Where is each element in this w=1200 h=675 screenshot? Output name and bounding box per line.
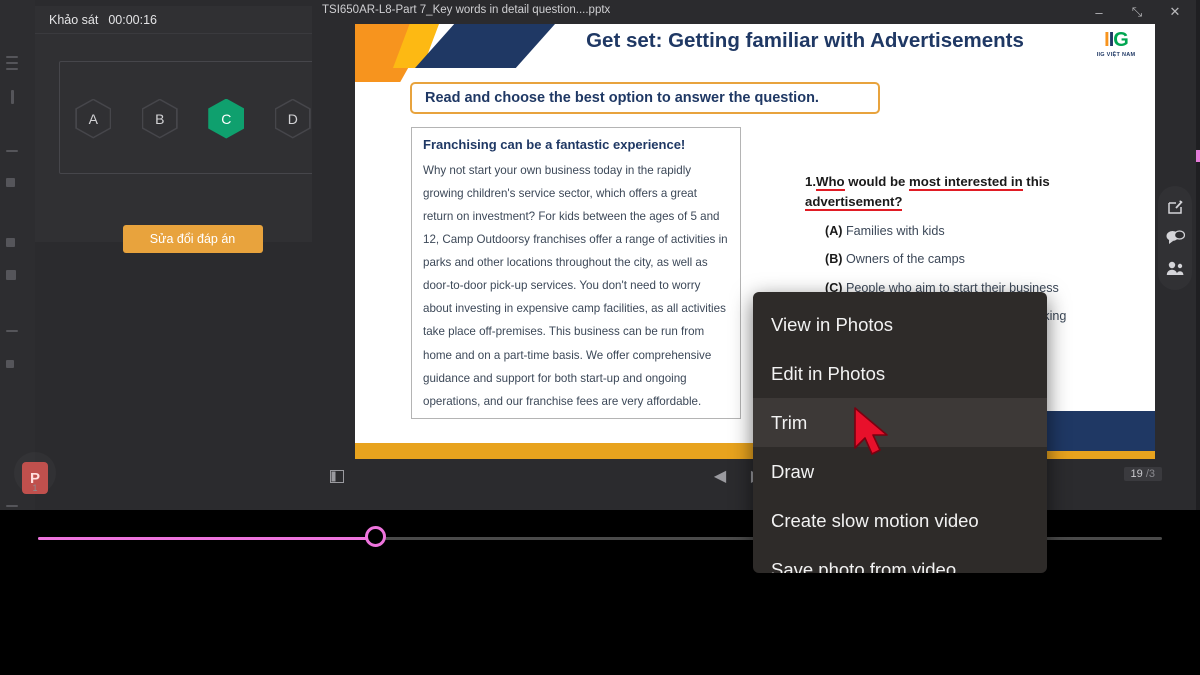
logo-subtitle: IIG VIỆT NAM (1096, 52, 1136, 58)
seek-fill (38, 537, 376, 540)
question-keyword-1: Who (816, 174, 845, 191)
window-title: TSI650AR-L8-Part 7_Key words in detail q… (322, 4, 611, 16)
powerpoint-titlebar[interactable]: TSI650AR-L8-Part 7_Key words in detail q… (312, 0, 1200, 24)
survey-body: A B C D Sửa đổi đáp án (35, 34, 350, 253)
video-right-edge (1196, 0, 1200, 510)
logo-mark: IIG (1104, 29, 1129, 51)
app-root: P 1 Khảo sát 00:00:16 A B C D Sửa đổi đá… (0, 0, 1200, 675)
slide-header: Get set: Getting familiar with Advertise… (355, 24, 1155, 82)
context-menu: View in Photos Edit in Photos Trim Draw … (753, 292, 1047, 573)
menu-item-create-slow-motion-video[interactable]: Create slow motion video (753, 496, 1047, 545)
menu-item-save-photo-from-video[interactable]: Save photo from video (753, 545, 1047, 574)
option-letter: B (155, 110, 165, 127)
option-label: (A) (825, 223, 843, 238)
question-keyword-2: most interested in (909, 174, 1023, 191)
menu-item-edit-in-photos[interactable]: Edit in Photos (753, 349, 1047, 398)
passage-body: Why not start your own business today in… (423, 164, 728, 408)
menu-item-trim[interactable]: Trim (753, 398, 1047, 447)
option-label: (B) (825, 252, 843, 267)
option-text: Owners of the camps (845, 252, 965, 267)
answer-option-a: (A) Families with kids (805, 222, 1145, 242)
iig-logo: IIG IIG VIỆT NAM (1087, 30, 1145, 58)
slide-title: Get set: Getting familiar with Advertise… (586, 29, 1024, 52)
file-badge-number: 1 (32, 483, 38, 493)
seek-thumb[interactable] (365, 526, 387, 547)
survey-title: Khảo sát (49, 12, 99, 27)
passage-title: Franchising can be a fantastic experienc… (423, 137, 686, 152)
survey-header: Khảo sát 00:00:16 (35, 6, 350, 34)
option-letter: D (287, 110, 298, 127)
close-button[interactable]: ✕ (1156, 0, 1194, 24)
left-rail (0, 0, 35, 510)
slide-instruction: Read and choose the best option to answe… (410, 82, 880, 114)
survey-answer-row: A B C D (60, 62, 326, 175)
slide-prev-button[interactable]: ◀ (707, 467, 733, 485)
edit-answer-button[interactable]: Sửa đổi đáp án (122, 225, 263, 253)
participants-icon[interactable] (1164, 258, 1186, 280)
answer-option-b: (B) Owners of the camps (805, 250, 1145, 270)
question-number: 1. (805, 174, 816, 189)
survey-option-c[interactable]: C (208, 98, 245, 139)
page-current: 19 (1130, 468, 1143, 480)
survey-answer-box: A B C D (59, 61, 325, 174)
option-letter: A (88, 110, 98, 127)
annotate-icon[interactable] (1164, 196, 1186, 218)
reading-passage: Franchising can be a fantastic experienc… (411, 127, 741, 419)
survey-panel: Khảo sát 00:00:16 A B C D Sửa đổi đáp án (35, 6, 350, 253)
menu-item-view-in-photos[interactable]: View in Photos (753, 300, 1047, 349)
option-letter: C (221, 110, 232, 127)
chat-icon[interactable] (1164, 227, 1186, 249)
survey-option-b[interactable]: B (141, 98, 178, 139)
meeting-side-toolbar (1158, 186, 1192, 290)
layout-view-icon[interactable] (324, 467, 350, 485)
survey-option-a[interactable]: A (75, 98, 112, 139)
page-total: /3 (1145, 468, 1155, 480)
survey-timer: 00:00:16 (108, 12, 158, 27)
menu-item-draw[interactable]: Draw (753, 447, 1047, 496)
restore-button[interactable]: ⤡ (1118, 0, 1156, 24)
question-text: 1.Who would be most interested in this a… (805, 174, 1050, 212)
mouse-cursor-icon (853, 406, 895, 463)
option-text: Families with kids (845, 223, 945, 238)
question-keyword-3: advertisement? (805, 194, 903, 212)
minimize-button[interactable]: – (1080, 0, 1118, 24)
video-right-edge-accent (1196, 150, 1200, 162)
slide-page-indicator: 19 /3 (1123, 467, 1162, 481)
survey-option-d[interactable]: D (274, 98, 311, 139)
window-controls: – ⤡ ✕ (1080, 0, 1194, 24)
